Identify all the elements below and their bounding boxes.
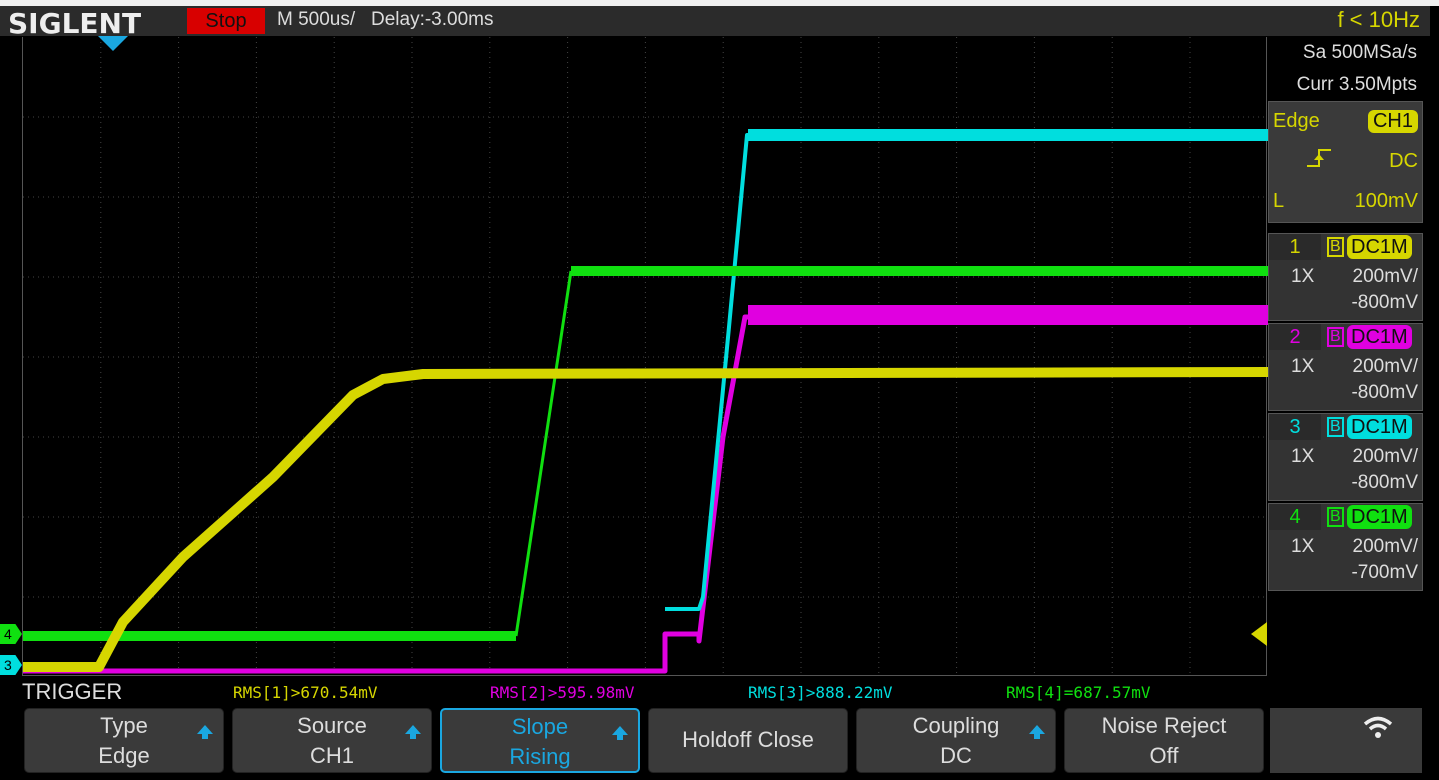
value: Off bbox=[1149, 743, 1179, 768]
probe-ratio: 1X bbox=[1291, 266, 1315, 287]
delay[interactable]: Delay:-3.00ms bbox=[371, 9, 494, 30]
value: DC bbox=[940, 743, 972, 768]
sample-rate: Sa 500MSa/s bbox=[1302, 42, 1417, 63]
trigger-level-label: L bbox=[1273, 190, 1285, 212]
vertical-scale: 200mV/ bbox=[1352, 266, 1418, 287]
timebase-info: M 500us/ Delay:-3.00ms bbox=[277, 9, 494, 31]
vertical-offset: -800mV bbox=[1351, 382, 1418, 403]
measurement-rms-4: RMS[4]=687.57mV bbox=[1006, 683, 1151, 702]
bandwidth-limit: B bbox=[1327, 327, 1344, 347]
value: CH1 bbox=[309, 743, 354, 768]
label: Holdoff Close bbox=[682, 727, 814, 752]
channel-3-info[interactable]: 3 B DC1M 1X 200mV/ -800mV bbox=[1268, 413, 1423, 501]
channel-coupling: DC1M bbox=[1347, 505, 1412, 529]
arrow-up-icon bbox=[612, 726, 628, 740]
probe-ratio: 1X bbox=[1291, 536, 1315, 557]
ch4-edge bbox=[514, 270, 573, 637]
timebase[interactable]: M 500us/ bbox=[277, 9, 355, 30]
vertical-offset: -800mV bbox=[1351, 472, 1418, 493]
value: Edge bbox=[98, 743, 150, 768]
trigger-level-marker-icon[interactable] bbox=[1251, 622, 1267, 646]
vertical-scale: 200mV/ bbox=[1352, 536, 1418, 557]
channel-number: 2 bbox=[1269, 324, 1321, 350]
menu-slope-button[interactable]: Slope Rising bbox=[440, 708, 640, 773]
trigger-type: Edge bbox=[1273, 110, 1320, 132]
bandwidth-limit: B bbox=[1327, 237, 1344, 257]
channel-number: 1 bbox=[1269, 234, 1321, 260]
channel-coupling: DC1M bbox=[1347, 415, 1412, 439]
label: Noise Reject bbox=[1101, 713, 1227, 738]
wifi-status[interactable] bbox=[1270, 708, 1422, 773]
arrow-up-icon bbox=[405, 725, 421, 739]
waveform-display bbox=[22, 37, 1268, 676]
wifi-icon bbox=[1363, 716, 1393, 738]
channel-4-info[interactable]: 4 B DC1M 1X 200mV/ -700mV bbox=[1268, 503, 1423, 591]
vertical-scale: 200mV/ bbox=[1352, 356, 1418, 377]
measurement-rms-3: RMS[3]>888.22mV bbox=[748, 683, 893, 702]
run-stop-indicator[interactable]: Stop bbox=[187, 8, 265, 34]
value: Rising bbox=[509, 744, 571, 769]
arrow-up-icon bbox=[197, 725, 213, 739]
channel-number: 4 bbox=[1269, 504, 1321, 530]
channel-2-info[interactable]: 2 B DC1M 1X 200mV/ -800mV bbox=[1268, 323, 1423, 411]
menu-source-button[interactable]: Source CH1 bbox=[232, 708, 432, 773]
label: Type bbox=[100, 713, 148, 738]
vertical-offset: -800mV bbox=[1351, 292, 1418, 313]
channel-number: 3 bbox=[1269, 414, 1321, 440]
bandwidth-limit: B bbox=[1327, 507, 1344, 527]
trigger-frequency: f < 10Hz bbox=[1337, 7, 1420, 32]
trigger-coupling: DC bbox=[1389, 150, 1418, 172]
waveform-svg bbox=[23, 37, 1268, 676]
menu-title: TRIGGER bbox=[22, 679, 123, 704]
trigger-source: CH1 bbox=[1367, 110, 1418, 133]
trigger-info-box[interactable]: Edge CH1 DC L 100mV bbox=[1268, 101, 1423, 223]
measurement-rms-1: RMS[1]>670.54mV bbox=[233, 683, 378, 702]
ch3-offset-marker[interactable]: 3 bbox=[0, 655, 22, 675]
arrow-up-icon bbox=[1029, 725, 1045, 739]
channel-coupling: DC1M bbox=[1347, 325, 1412, 349]
label: Source bbox=[297, 713, 367, 738]
probe-ratio: 1X bbox=[1291, 356, 1315, 377]
vertical-offset: -700mV bbox=[1351, 562, 1418, 583]
channel-1-info[interactable]: 1 B DC1M 1X 200mV/ -800mV bbox=[1268, 233, 1423, 321]
measurement-rms-2: RMS[2]>595.98mV bbox=[490, 683, 635, 702]
menu-type-button[interactable]: Type Edge bbox=[24, 708, 224, 773]
bandwidth-limit: B bbox=[1327, 417, 1344, 437]
menu-coupling-button[interactable]: Coupling DC bbox=[856, 708, 1056, 773]
status-bar: SIGLENT Stop M 500us/ Delay:-3.00ms f < … bbox=[0, 6, 1430, 40]
trigger-level: 100mV bbox=[1354, 190, 1418, 212]
label: Slope bbox=[511, 714, 569, 739]
menu-holdoff-button[interactable]: Holdoff Close bbox=[648, 708, 848, 773]
rising-edge-icon bbox=[1305, 146, 1333, 174]
vertical-scale: 200mV/ bbox=[1352, 446, 1418, 467]
probe-ratio: 1X bbox=[1291, 446, 1315, 467]
memory-depth: Curr 3.50Mpts bbox=[1296, 74, 1417, 95]
info-panel: Sa 500MSa/s Curr 3.50Mpts Edge CH1 DC L … bbox=[1268, 37, 1423, 591]
channel-coupling: DC1M bbox=[1347, 235, 1412, 259]
label: Coupling bbox=[912, 713, 1000, 738]
trigger-position-marker-icon[interactable] bbox=[98, 36, 128, 51]
ch4-offset-marker[interactable]: 4 bbox=[0, 624, 22, 644]
menu-noise-reject-button[interactable]: Noise Reject Off bbox=[1064, 708, 1264, 773]
